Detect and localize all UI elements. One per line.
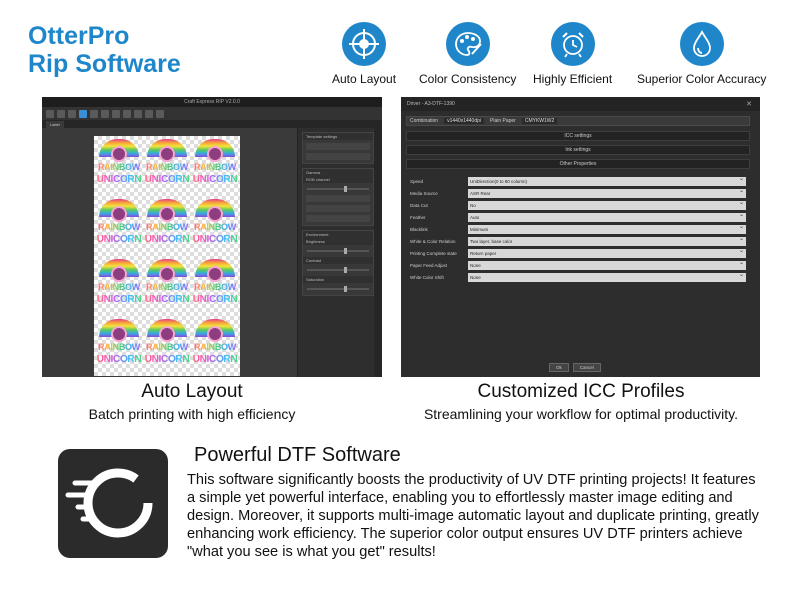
software-title: Powerful DTF Software	[194, 444, 401, 466]
gamma-slider[interactable]	[307, 186, 369, 192]
caption-title: Auto Layout	[141, 381, 243, 402]
design-tile[interactable]: RAINBOW UNICORN	[192, 258, 238, 316]
design-tile[interactable]: RAINBOW UNICORN	[96, 258, 142, 316]
section-other-properties[interactable]: Other Properties	[406, 159, 750, 169]
feature-label: Superior Color Accuracy	[637, 72, 767, 86]
layers-icon[interactable]	[145, 109, 153, 118]
white-color-relation-select[interactable]: Two layer, base color	[468, 235, 746, 246]
template-select[interactable]	[306, 143, 370, 150]
design-tile[interactable]: RAINBOW UNICORN	[144, 318, 190, 376]
design-tile[interactable]: RAINBOW UNICORN	[96, 198, 142, 256]
feature-auto-layout: Auto Layout	[332, 22, 396, 86]
saturation-slider[interactable]	[307, 286, 369, 292]
close-icon[interactable]: ✕	[746, 100, 752, 108]
crop-icon[interactable]	[112, 109, 120, 118]
tab-label[interactable]: Label	[46, 120, 64, 128]
redo-icon[interactable]	[90, 109, 98, 118]
properties-sidebar: Template settings Gamma RGB channel Envi…	[297, 128, 382, 377]
feature-color-consistency: Color Consistency	[419, 22, 516, 86]
media-source-select[interactable]: ASR Rear	[468, 187, 746, 198]
design-tile[interactable]: RAINBOW UNICORN	[192, 198, 238, 256]
caption-title: Customized ICC Profiles	[477, 381, 685, 402]
icc-profiles-screenshot: Driver - A3-DTF-1390 ✕ Combination v1440…	[401, 97, 760, 377]
environment-panel: Environment Brightness Contrast Saturati…	[302, 230, 374, 296]
gamma-panel: Gamma RGB channel	[302, 168, 374, 226]
brightness-slider[interactable]	[307, 248, 369, 254]
brand-title: OtterPro Rip Software	[28, 22, 181, 78]
design-tile[interactable]: RAINBOW UNICORN	[144, 258, 190, 316]
layout-canvas[interactable]: RAINBOW UNICORN RAINBOW UNICORN RAINBOW UNI…	[94, 136, 240, 376]
new-file-icon[interactable]	[46, 109, 54, 118]
alarm-clock-icon	[550, 22, 595, 66]
red-field[interactable]	[306, 195, 370, 202]
white-color-shift-select[interactable]: None	[468, 271, 746, 282]
crosshair-icon	[342, 22, 387, 66]
droplet-icon	[679, 22, 724, 66]
image-icon[interactable]	[68, 109, 76, 118]
software-logo-icon	[58, 449, 168, 558]
speed-select[interactable]: UniDirection(0 to 80 column)	[468, 175, 746, 186]
section-ink-settings[interactable]: Ink settings	[406, 145, 750, 155]
feature-highly-efficient: Highly Efficient	[533, 22, 612, 86]
printing-complete-select[interactable]: Return paper	[468, 247, 746, 258]
section-icc-settings[interactable]: ICC settings	[406, 131, 750, 141]
brand-line-1: OtterPro	[28, 22, 130, 50]
side-toolstrip	[374, 128, 382, 377]
palette-icon	[445, 22, 490, 66]
feature-label: Color Consistency	[419, 72, 517, 86]
transform-icon[interactable]	[134, 109, 142, 118]
toolbar	[42, 107, 382, 120]
caption-icc-profiles: Customized ICC Profiles Streamlining you…	[396, 381, 766, 422]
settings-icon[interactable]	[156, 109, 164, 118]
properties-form: SpeedUniDirection(0 to 80 column) Media …	[410, 175, 746, 283]
paper-feed-select[interactable]: None	[468, 259, 746, 270]
template-settings-panel: Template settings	[302, 132, 374, 164]
software-description: This software significantly boosts the p…	[187, 472, 759, 560]
data-cut-select[interactable]: No	[468, 199, 746, 210]
ok-button[interactable]: Ok	[549, 363, 569, 372]
edit-icon[interactable]	[57, 109, 65, 118]
design-tile[interactable]: RAINBOW UNICORN	[96, 318, 142, 376]
contrast-slider[interactable]	[307, 267, 369, 273]
pointer-icon[interactable]	[101, 109, 109, 118]
design-tile[interactable]: RAINBOW UNICORN	[144, 138, 190, 196]
template-buttons[interactable]	[306, 153, 370, 160]
caption-auto-layout: Auto Layout Batch printing with high eff…	[42, 381, 342, 422]
design-tile[interactable]: RAINBOW UNICORN	[96, 138, 142, 196]
green-field[interactable]	[306, 205, 370, 212]
feather-select[interactable]: Auto	[468, 211, 746, 222]
caption-subtitle: Streamlining your workflow for optimal p…	[423, 406, 739, 422]
blue-field[interactable]	[306, 215, 370, 222]
combination-row: Combination v1440x1440dpi Plain Paper CM…	[406, 116, 750, 126]
window-title: Craft Express RIP V2.0.0	[42, 97, 382, 107]
brand-line-2: Rip Software	[28, 50, 181, 78]
design-tile[interactable]: RAINBOW UNICORN	[192, 138, 238, 196]
caption-subtitle: Batch printing with high efficiency	[88, 406, 296, 422]
auto-layout-screenshot: Craft Express RIP V2.0.0 Label RAINBOW UN…	[42, 97, 382, 377]
feature-label: Highly Efficient	[533, 72, 613, 86]
design-tile[interactable]: RAINBOW UNICORN	[144, 198, 190, 256]
rgb-channel-checkbox[interactable]: RGB channel	[303, 176, 373, 183]
resolution-select[interactable]: v1440x1440dpi	[444, 118, 484, 124]
cancel-button[interactable]: Cancel	[572, 363, 601, 372]
undo-icon[interactable]	[79, 109, 87, 118]
workspace: RAINBOW UNICORN RAINBOW UNICORN RAINBOW UNI…	[42, 128, 297, 377]
design-tile[interactable]: RAINBOW UNICORN	[192, 318, 238, 376]
feature-superior-color-accuracy: Superior Color Accuracy	[637, 22, 766, 86]
driver-window-title: Driver - A3-DTF-1390 ✕	[401, 97, 760, 111]
blacklink-select[interactable]: Minimum	[468, 223, 746, 234]
grid-icon[interactable]	[123, 109, 131, 118]
paper-select[interactable]: CMYKW1W2	[521, 118, 558, 124]
feature-label: Auto Layout	[332, 72, 397, 86]
